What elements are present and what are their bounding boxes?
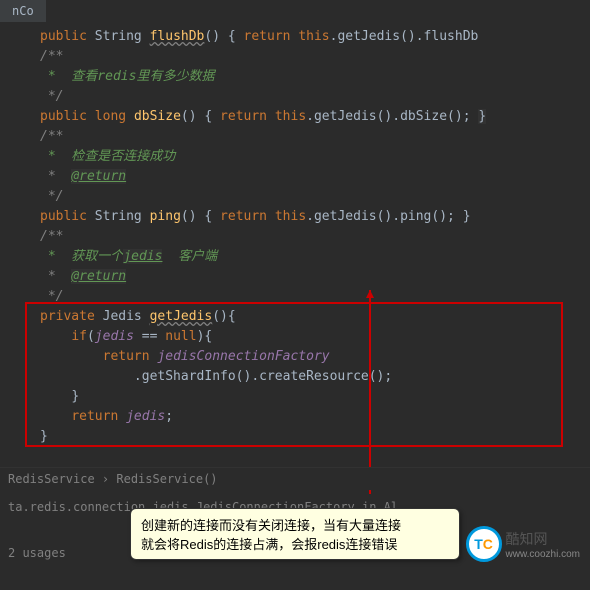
code-line: /**: [0, 227, 590, 247]
code-line: public long dbSize() { return this.getJe…: [0, 107, 590, 127]
code-line: * @return: [0, 167, 590, 187]
code-line: /**: [0, 47, 590, 67]
code-line: */: [0, 287, 590, 307]
code-line: public String flushDb() { return this.ge…: [0, 27, 590, 47]
logo-text: 酷知网: [506, 529, 580, 549]
code-line: }: [0, 387, 590, 407]
tooltip-line: 就会将Redis的连接占满，会报redis连接错误: [141, 534, 449, 553]
tooltip-line: 创建新的连接而没有关闭连接，当有大量连接: [141, 515, 449, 534]
usages-count[interactable]: 2 usages: [8, 546, 66, 560]
code-line: private Jedis getJedis(){: [0, 307, 590, 327]
code-line: return jedisConnectionFactory: [0, 347, 590, 367]
breadcrumb[interactable]: RedisService › RedisService(): [0, 467, 590, 490]
code-editor[interactable]: public String flushDb() { return this.ge…: [0, 22, 590, 452]
code-line: /**: [0, 127, 590, 147]
code-line: }: [0, 427, 590, 447]
code-line: */: [0, 187, 590, 207]
code-line: public String ping() { return this.getJe…: [0, 207, 590, 227]
code-line: * 检查是否连接成功: [0, 147, 590, 167]
file-tab[interactable]: nCo: [0, 0, 46, 22]
code-line: * @return: [0, 267, 590, 287]
annotation-tooltip: 创建新的连接而没有关闭连接，当有大量连接 就会将Redis的连接占满，会报red…: [130, 508, 460, 560]
logo-url: www.coozhi.com: [506, 549, 580, 560]
code-line: if(jedis == null){: [0, 327, 590, 347]
code-line: return jedis;: [0, 407, 590, 427]
logo-icon: TC: [466, 526, 502, 562]
code-line: .getShardInfo().createResource();: [0, 367, 590, 387]
code-line: * 获取一个jedis 客户端: [0, 247, 590, 267]
watermark-logo: TC 酷知网 www.coozhi.com: [466, 526, 580, 562]
code-line: */: [0, 87, 590, 107]
code-line: * 查看redis里有多少数据: [0, 67, 590, 87]
